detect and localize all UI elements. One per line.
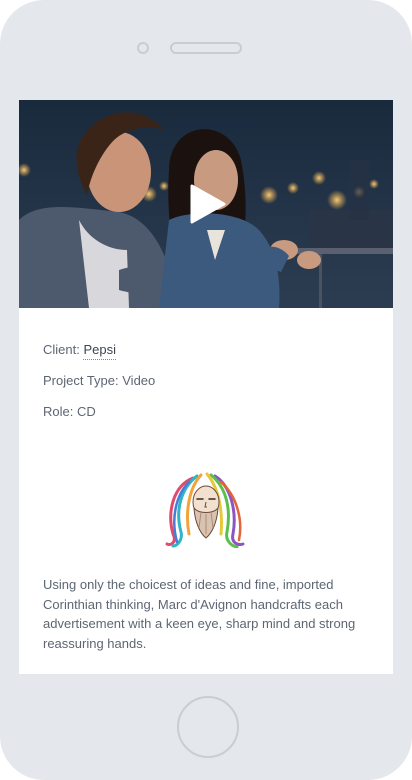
client-info: Client: Pepsi — [43, 342, 369, 360]
bio-text: Using only the choicest of ideas and fin… — [43, 577, 356, 651]
client-label: Client: — [43, 342, 84, 357]
role-info: Role: CD — [43, 404, 96, 419]
project-type-info: Project Type: Video — [43, 373, 156, 388]
avatar-illustration — [165, 472, 245, 548]
bio-card: Using only the choicest of ideas and fin… — [19, 450, 393, 674]
home-button[interactable] — [177, 696, 239, 758]
phone-frame: Client: Pepsi Project Type: Video Role: … — [0, 0, 412, 780]
video-player[interactable] — [19, 100, 393, 308]
camera-icon — [137, 42, 149, 54]
client-link[interactable]: Pepsi — [83, 342, 116, 360]
speaker-grille — [170, 42, 242, 54]
play-icon[interactable] — [190, 184, 226, 224]
phone-screen: Client: Pepsi Project Type: Video Role: … — [19, 100, 393, 674]
